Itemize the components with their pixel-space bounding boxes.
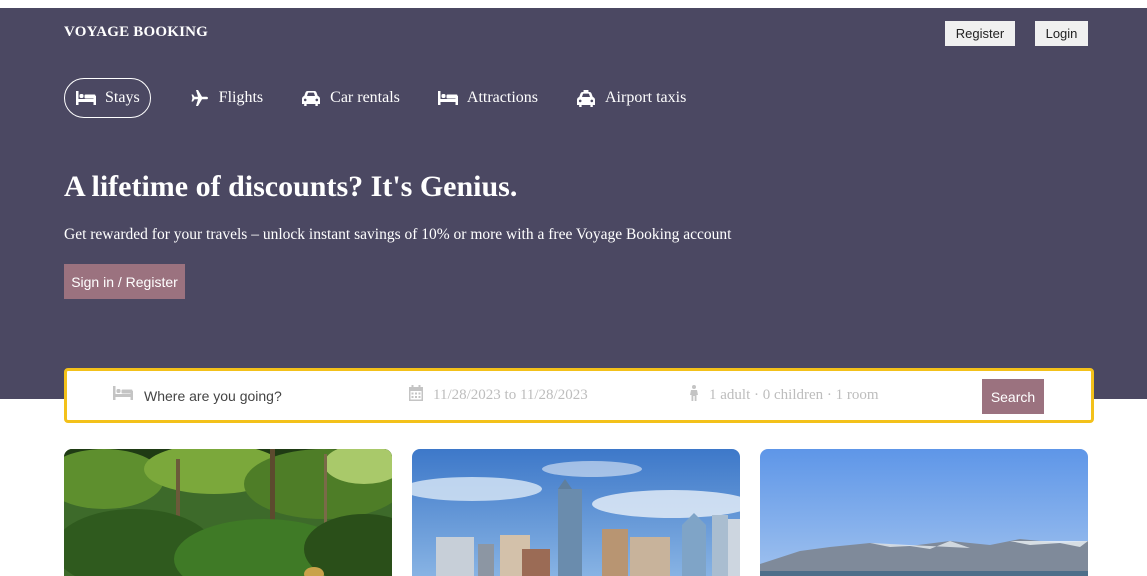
hero-headline: A lifetime of discounts? It's Genius. [64,170,518,203]
nav-item-stays[interactable]: Stays [64,78,151,118]
hero-subline: Get rewarded for your travels – unlock i… [64,226,732,243]
nav-item-label: Stays [105,89,140,106]
guests-text: 1 adult · 0 children · 1 room [709,387,879,403]
plane-icon [190,90,210,106]
search-bar: 11/28/2023 to 11/28/2023 1 adult · 0 chi… [64,368,1094,423]
city-skyline-photo [412,449,740,576]
guests-field[interactable]: 1 adult · 0 children · 1 room [689,371,879,420]
category-nav: Stays Flights Car rentals Attractions Ai… [64,78,724,118]
date-range-field[interactable]: 11/28/2023 to 11/28/2023 [409,371,588,420]
nav-item-label: Airport taxis [604,89,687,106]
nav-item-label: Flights [218,89,264,106]
bed-icon [437,90,458,106]
sign-in-register-button[interactable]: Sign in / Register [64,264,185,299]
nav-item-airport-taxis[interactable]: Airport taxis [576,78,686,118]
destination-input[interactable] [144,387,344,404]
car-icon [301,90,321,106]
search-button[interactable]: Search [982,379,1044,414]
calendar-icon [409,385,423,406]
destination-field[interactable] [113,371,344,420]
person-icon [689,385,699,406]
nav-item-car-rentals[interactable]: Car rentals [301,78,400,118]
nav-item-attractions[interactable]: Attractions [437,78,538,118]
date-range-text: 11/28/2023 to 11/28/2023 [433,387,588,403]
mountain-lake-photo [760,449,1088,576]
nav-item-flights[interactable]: Flights [190,78,263,118]
taxi-icon [576,89,596,107]
nav-item-label: Attractions [466,89,538,106]
destination-card-city[interactable] [412,449,740,576]
header-register-button[interactable]: Register [945,21,1015,46]
top-strip [0,0,1147,8]
bed-icon [76,90,96,106]
destination-card-mountains[interactable] [760,449,1088,576]
bed-icon [113,386,133,405]
forest-photo [64,449,392,576]
header-login-button[interactable]: Login [1035,21,1088,46]
destination-card-forest[interactable] [64,449,392,576]
brand-logo[interactable]: VOYAGE BOOKING [64,24,208,41]
nav-item-label: Car rentals [330,89,400,106]
